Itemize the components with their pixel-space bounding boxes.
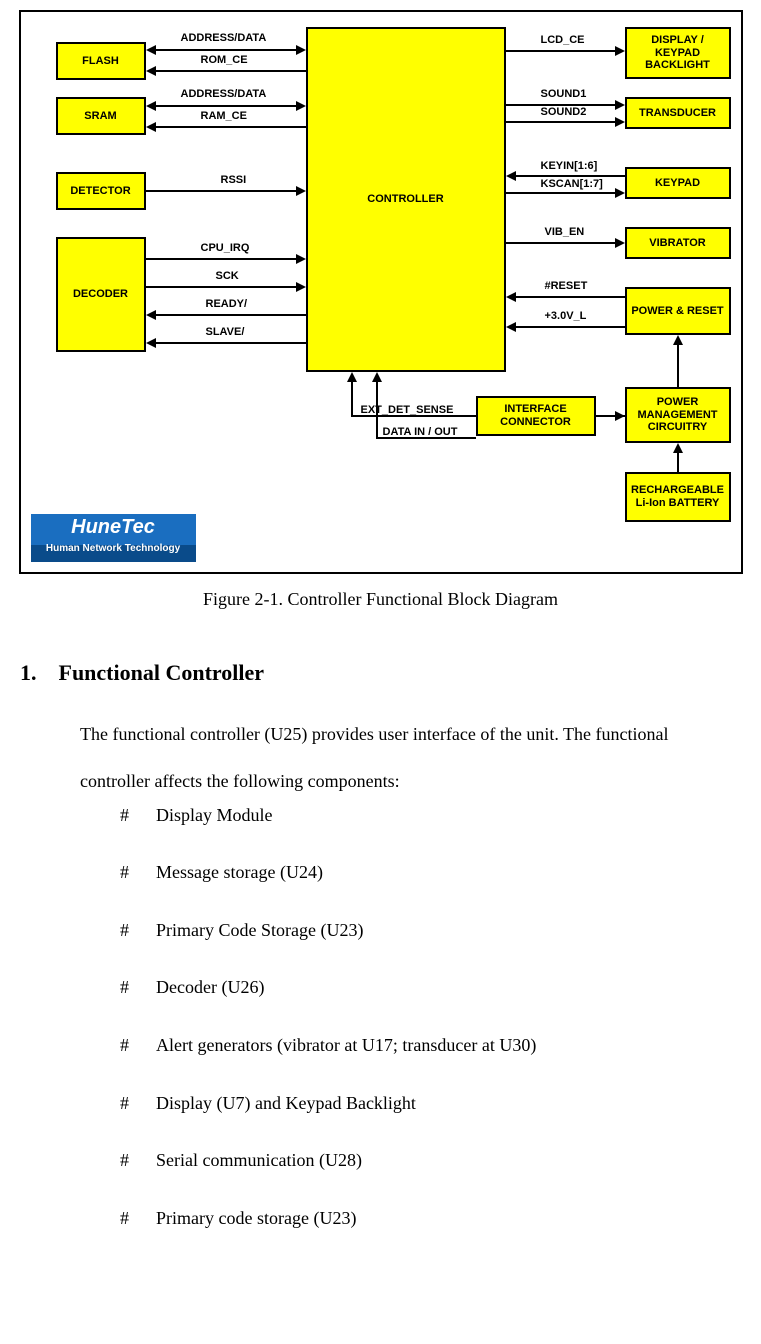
- list-item: Display (U7) and Keypad Backlight: [156, 1093, 416, 1113]
- block-controller: CONTROLLER: [306, 27, 506, 372]
- signal-rssi: RSSI: [221, 174, 247, 186]
- signal-lcd-ce: LCD_CE: [541, 34, 585, 46]
- signal-address-data-2: ADDRESS/DATA: [181, 88, 267, 100]
- signal-kscan: KSCAN[1:7]: [541, 178, 603, 190]
- block-power-reset: POWER & RESET: [625, 287, 731, 335]
- signal-sound2: SOUND2: [541, 106, 587, 118]
- list-item: Primary Code Storage (U23): [156, 920, 363, 940]
- component-list: #Display Module #Message storage (U24) #…: [120, 805, 751, 1230]
- signal-v3: +3.0V_L: [545, 310, 587, 322]
- signal-vib-en: VIB_EN: [545, 226, 585, 238]
- block-power-mgmt: POWER MANAGEMENT CIRCUITRY: [625, 387, 731, 443]
- block-keypad: KEYPAD: [625, 167, 731, 199]
- hunetec-logo: HuneTec Human Network Technology: [31, 514, 196, 562]
- signal-cpu-irq: CPU_IRQ: [201, 242, 250, 254]
- figure-caption: Figure 2-1. Controller Functional Block …: [10, 589, 751, 610]
- signal-reset: #RESET: [545, 280, 588, 292]
- block-sram: SRAM: [56, 97, 146, 135]
- signal-keyin: KEYIN[1:6]: [541, 160, 598, 172]
- list-item: Display Module: [156, 805, 273, 825]
- signal-ready: READY/: [206, 298, 248, 310]
- signal-data-io: DATA IN / OUT: [383, 426, 458, 438]
- section-heading: Functional Controller: [59, 660, 265, 685]
- block-display-keypad-backlight: DISPLAY / KEYPAD BACKLIGHT: [625, 27, 731, 79]
- signal-rom-ce: ROM_CE: [201, 54, 248, 66]
- block-diagram: FLASH SRAM DETECTOR DECODER CONTROLLER D…: [19, 10, 743, 574]
- section-title: 1. Functional Controller: [20, 660, 751, 686]
- signal-sound1: SOUND1: [541, 88, 587, 100]
- list-item: Message storage (U24): [156, 862, 323, 882]
- logo-sub-text: Human Network Technology: [31, 539, 196, 554]
- section-intro: The functional controller (U25) provides…: [80, 711, 731, 805]
- block-transducer: TRANSDUCER: [625, 97, 731, 129]
- signal-sck: SCK: [216, 270, 239, 282]
- list-item: Alert generators (vibrator at U17; trans…: [156, 1035, 536, 1055]
- list-item: Serial communication (U28): [156, 1150, 362, 1170]
- block-flash: FLASH: [56, 42, 146, 80]
- list-item: Decoder (U26): [156, 977, 264, 997]
- block-interface-connector: INTERFACE CONNECTOR: [476, 396, 596, 436]
- signal-ram-ce: RAM_CE: [201, 110, 247, 122]
- block-decoder: DECODER: [56, 237, 146, 352]
- section-number: 1.: [20, 660, 37, 685]
- signal-slave: SLAVE/: [206, 326, 245, 338]
- block-battery: RECHARGEABLE Li-Ion BATTERY: [625, 472, 731, 522]
- list-item: Primary code storage (U23): [156, 1208, 356, 1228]
- logo-main-text: HuneTec: [31, 514, 196, 539]
- signal-ext-det-sense: EXT_DET_SENSE: [361, 404, 454, 416]
- block-detector: DETECTOR: [56, 172, 146, 210]
- signal-address-data-1: ADDRESS/DATA: [181, 32, 267, 44]
- block-vibrator: VIBRATOR: [625, 227, 731, 259]
